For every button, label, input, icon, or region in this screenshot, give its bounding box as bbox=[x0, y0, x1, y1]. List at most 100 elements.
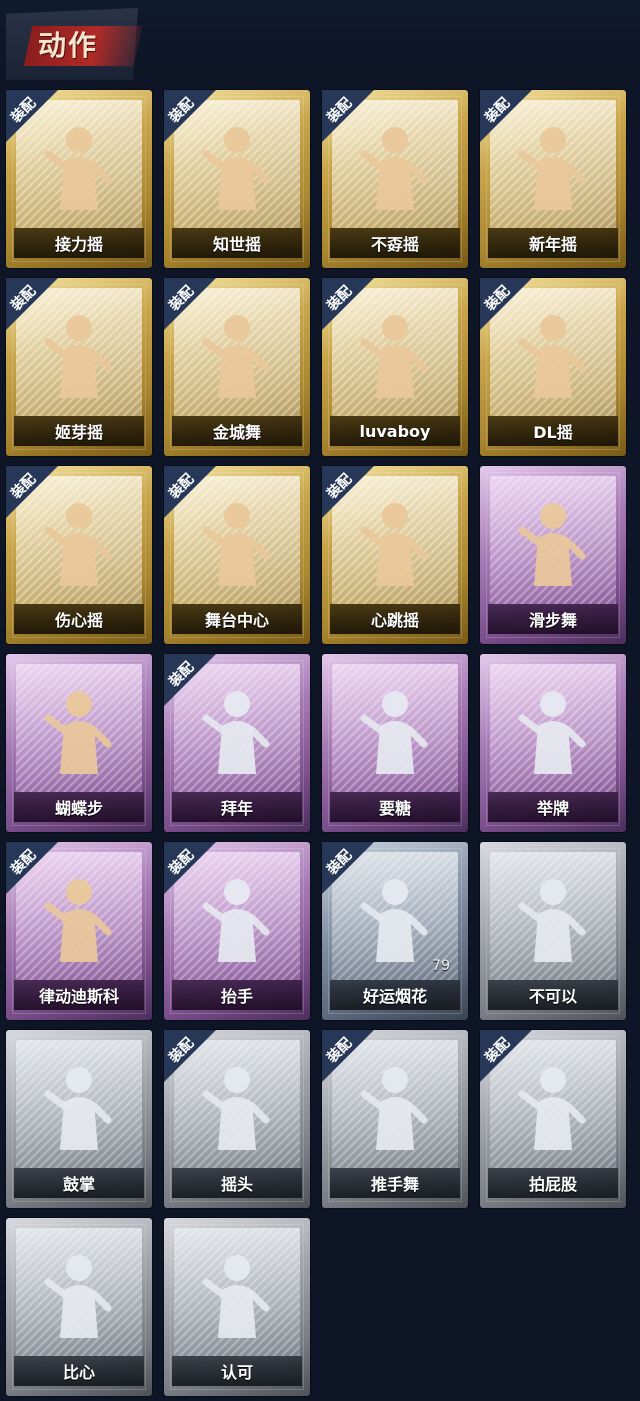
category-title: 动作 bbox=[6, 8, 143, 80]
dance-figure-icon bbox=[44, 691, 112, 774]
card-label-bar: 心跳摇 bbox=[330, 604, 460, 634]
emote-card[interactable]: 滑步舞 bbox=[480, 466, 626, 644]
card-label: 摇头 bbox=[220, 1175, 253, 1194]
emote-card[interactable]: 蝴蝶步 bbox=[6, 654, 152, 832]
card-label: 要糖 bbox=[378, 799, 411, 818]
emote-card[interactable]: 79 好运烟花 装配 bbox=[322, 842, 468, 1020]
page-title: 动作 bbox=[38, 29, 99, 62]
card-label: 鼓掌 bbox=[62, 1175, 95, 1194]
equipped-badge: 装配 bbox=[322, 466, 374, 518]
card-label: 不孬摇 bbox=[370, 235, 419, 254]
card-label: 新年摇 bbox=[528, 235, 577, 254]
sign-figure-icon bbox=[518, 691, 586, 774]
thumbs-up-icon bbox=[202, 1255, 270, 1338]
card-label: luvaboy bbox=[359, 421, 431, 441]
emote-card[interactable]: 拜年 装配 bbox=[164, 654, 310, 832]
equipped-badge: 装配 bbox=[322, 842, 374, 894]
equipped-badge: 装配 bbox=[480, 90, 532, 142]
emote-card[interactable]: DL摇 装配 bbox=[480, 278, 626, 456]
finger-heart-icon bbox=[44, 1255, 112, 1338]
card-label: 律动迪斯科 bbox=[38, 987, 119, 1006]
card-label-bar: 抬手 bbox=[172, 980, 302, 1010]
card-label: 比心 bbox=[62, 1363, 95, 1382]
emote-card[interactable]: 比心 bbox=[6, 1218, 152, 1396]
card-label: 伤心摇 bbox=[54, 611, 103, 630]
emote-card[interactable]: 伤心摇 装配 bbox=[6, 466, 152, 644]
emote-card[interactable]: 金城舞 装配 bbox=[164, 278, 310, 456]
card-label-bar: 比心 bbox=[14, 1356, 144, 1386]
card-label: 滑步舞 bbox=[528, 611, 577, 630]
emote-card[interactable]: 要糖 bbox=[322, 654, 468, 832]
emote-card[interactable]: 不孬摇 装配 bbox=[322, 90, 468, 268]
card-label-bar: 不可以 bbox=[488, 980, 618, 1010]
card-label: 好运烟花 bbox=[362, 987, 427, 1006]
card-label-bar: 好运烟花 bbox=[330, 980, 460, 1010]
card-label-bar: 新年摇 bbox=[488, 228, 618, 258]
card-label-bar: 接力摇 bbox=[14, 228, 144, 258]
card-label-bar: 蝴蝶步 bbox=[14, 792, 144, 822]
card-label: 推手舞 bbox=[370, 1175, 419, 1194]
emote-card[interactable]: luvaboy 装配 bbox=[322, 278, 468, 456]
card-label-bar: luvaboy bbox=[330, 416, 460, 446]
card-label-bar: 拍屁股 bbox=[488, 1168, 618, 1198]
emote-card[interactable]: 不可以 bbox=[480, 842, 626, 1020]
finger-wag-icon bbox=[518, 879, 586, 962]
emote-card[interactable]: 姬芽摇 装配 bbox=[6, 278, 152, 456]
card-label-bar: 认可 bbox=[172, 1356, 302, 1386]
reach-figure-icon bbox=[360, 691, 428, 774]
emote-card[interactable]: 知世摇 装配 bbox=[164, 90, 310, 268]
equipped-badge: 装配 bbox=[6, 842, 58, 894]
emote-card[interactable]: 心跳摇 装配 bbox=[322, 466, 468, 644]
emote-card[interactable]: 舞台中心 装配 bbox=[164, 466, 310, 644]
equipped-badge: 装配 bbox=[322, 90, 374, 142]
emote-card[interactable]: 新年摇 装配 bbox=[480, 90, 626, 268]
emote-card[interactable]: 摇头 装配 bbox=[164, 1030, 310, 1208]
card-label: 抬手 bbox=[220, 987, 253, 1006]
card-label: 知世摇 bbox=[212, 235, 261, 254]
emote-card[interactable]: 鼓掌 bbox=[6, 1030, 152, 1208]
equipped-badge: 装配 bbox=[164, 278, 216, 330]
card-label-bar: 鼓掌 bbox=[14, 1168, 144, 1198]
card-label: 举牌 bbox=[536, 799, 569, 818]
item-count: 79 bbox=[432, 958, 450, 974]
card-label-bar: 律动迪斯科 bbox=[14, 980, 144, 1010]
card-label: 拜年 bbox=[220, 799, 253, 818]
card-label: 舞台中心 bbox=[204, 611, 269, 630]
equipped-badge: 装配 bbox=[322, 278, 374, 330]
equipped-badge: 装配 bbox=[480, 1030, 532, 1082]
emote-card[interactable]: 律动迪斯科 装配 bbox=[6, 842, 152, 1020]
equipped-badge: 装配 bbox=[6, 278, 58, 330]
card-label-bar: 推手舞 bbox=[330, 1168, 460, 1198]
card-label: 接力摇 bbox=[54, 235, 103, 254]
card-label-bar: 要糖 bbox=[330, 792, 460, 822]
equipped-badge: 装配 bbox=[164, 1030, 216, 1082]
card-label: 姬芽摇 bbox=[54, 423, 103, 442]
card-label-bar: 摇头 bbox=[172, 1168, 302, 1198]
equipped-badge: 装配 bbox=[6, 90, 58, 142]
card-label-bar: 举牌 bbox=[488, 792, 618, 822]
clap-icon bbox=[44, 1067, 112, 1150]
equipped-badge: 装配 bbox=[164, 90, 216, 142]
equipped-badge: 装配 bbox=[164, 842, 216, 894]
card-label: 蝴蝶步 bbox=[54, 799, 103, 818]
equipped-badge: 装配 bbox=[480, 278, 532, 330]
card-label-bar: 拜年 bbox=[172, 792, 302, 822]
card-label-bar: 姬芽摇 bbox=[14, 416, 144, 446]
emote-card[interactable]: 拍屁股 装配 bbox=[480, 1030, 626, 1208]
card-label-bar: 舞台中心 bbox=[172, 604, 302, 634]
emote-card[interactable]: 举牌 bbox=[480, 654, 626, 832]
emote-card[interactable]: 认可 bbox=[164, 1218, 310, 1396]
card-label-bar: 金城舞 bbox=[172, 416, 302, 446]
emote-card[interactable]: 推手舞 装配 bbox=[322, 1030, 468, 1208]
header: 动作 bbox=[0, 0, 640, 80]
equipped-badge: 装配 bbox=[164, 466, 216, 518]
card-label: 金城舞 bbox=[212, 423, 261, 442]
dance-figure-icon bbox=[518, 503, 586, 586]
equipped-badge: 装配 bbox=[6, 466, 58, 518]
emote-card[interactable]: 接力摇 装配 bbox=[6, 90, 152, 268]
emote-card[interactable]: 抬手 装配 bbox=[164, 842, 310, 1020]
card-label-bar: 不孬摇 bbox=[330, 228, 460, 258]
equipped-badge: 装配 bbox=[164, 654, 216, 706]
card-label-bar: DL摇 bbox=[488, 416, 618, 446]
equipped-badge: 装配 bbox=[322, 1030, 374, 1082]
